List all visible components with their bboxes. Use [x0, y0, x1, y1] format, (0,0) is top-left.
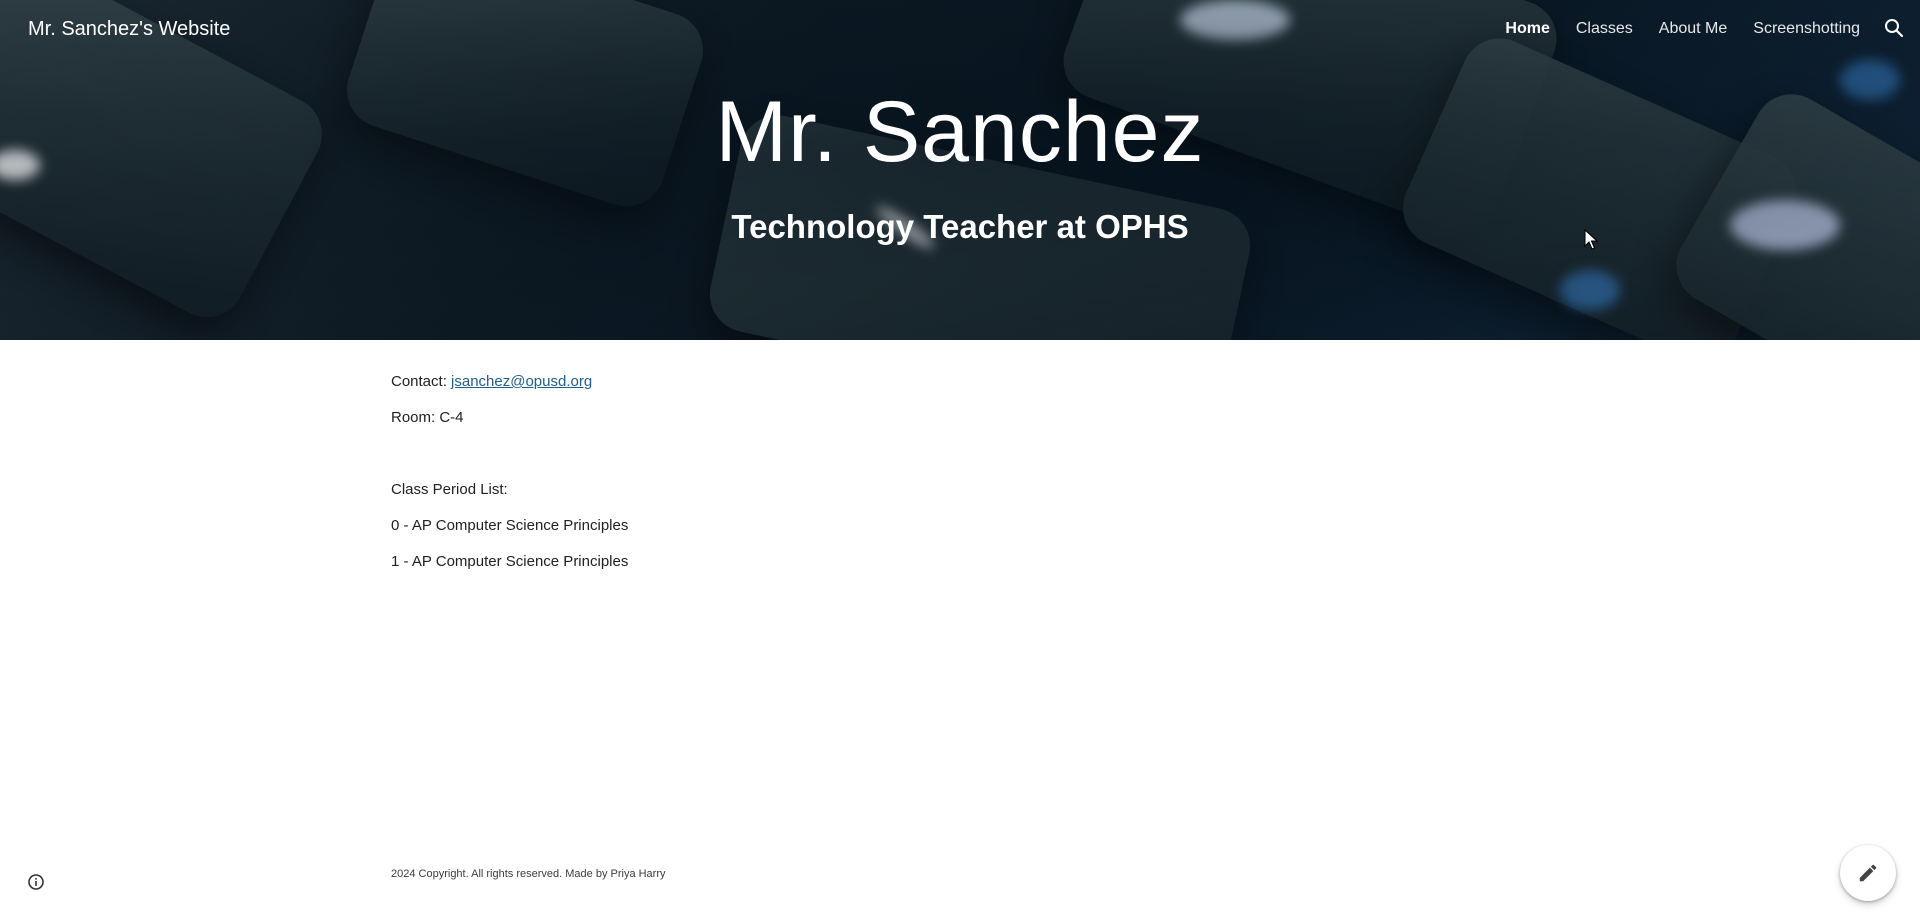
search-icon — [1885, 19, 1904, 38]
main-content: Contact: jsanchez@opusd.org Room: C-4 Cl… — [391, 372, 628, 588]
class-period-item: 0 - AP Computer Science Principles — [391, 517, 629, 534]
edit-button[interactable] — [1840, 845, 1896, 901]
mouse-cursor-icon — [1584, 229, 1598, 250]
class-period-item: 1 - AP Computer Science Principles — [391, 553, 629, 570]
page: Mr. Sanchez's Website Home Classes About… — [0, 0, 1920, 916]
contact-email-link[interactable]: jsanchez@opusd.org — [451, 373, 592, 390]
contact-line: Contact: jsanchez@opusd.org — [391, 372, 628, 392]
nav-home[interactable]: Home — [1505, 17, 1549, 41]
hero-subtitle: Technology Teacher at OPHS — [731, 208, 1189, 245]
contact-label: Contact: — [391, 373, 452, 390]
footer-copyright: 2024 Copyright. All rights reserved. Mad… — [391, 868, 666, 880]
nav-classes[interactable]: Classes — [1576, 17, 1633, 41]
info-icon — [28, 874, 44, 890]
top-navigation: Home Classes About Me Screenshotting — [1479, 17, 1860, 41]
site-title[interactable]: Mr. Sanchez's Website — [28, 16, 230, 42]
pencil-icon — [1859, 864, 1877, 882]
hero-banner: Mr. Sanchez's Website Home Classes About… — [0, 0, 1920, 340]
nav-screenshotting[interactable]: Screenshotting — [1753, 17, 1860, 41]
hero-title: Mr. Sanchez — [715, 84, 1205, 180]
nav-about-me[interactable]: About Me — [1659, 17, 1727, 41]
class-list-heading: Class Period List: — [391, 481, 508, 498]
search-button[interactable] — [1882, 16, 1906, 40]
site-info-button[interactable] — [27, 873, 45, 891]
room-text: Room: C-4 — [391, 409, 464, 426]
